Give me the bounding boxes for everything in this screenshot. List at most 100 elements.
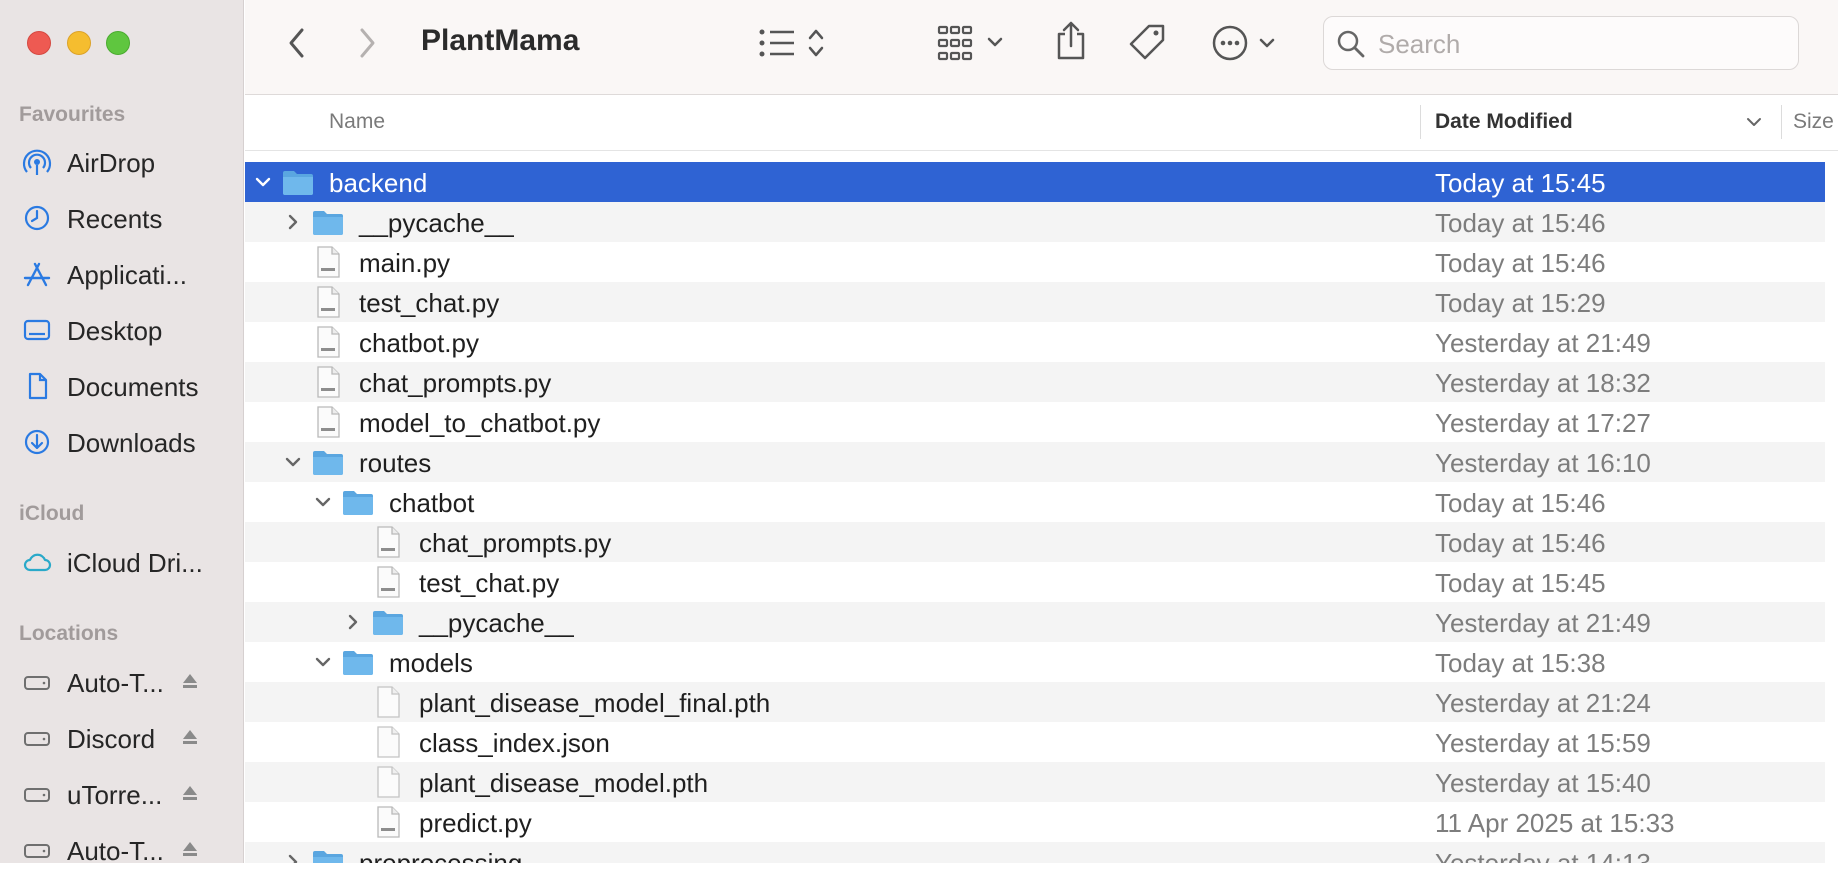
file-date-modified: Yesterday at 15:59 [1435, 728, 1651, 758]
airdrop-icon [22, 149, 52, 175]
folder-icon [343, 491, 373, 515]
file-icon [377, 726, 400, 758]
sidebar-item-label: Auto-T... [67, 836, 164, 866]
minimize-window-button[interactable] [67, 31, 91, 55]
python-file-icon [317, 366, 340, 398]
list-view-icon[interactable] [758, 26, 828, 60]
sidebar-item-documents[interactable]: Documents [0, 365, 244, 405]
sidebar-item-airdrop[interactable]: AirDrop [0, 141, 244, 181]
file-name: preprocessing [359, 848, 523, 863]
sidebar-item-discord[interactable]: Discord [0, 717, 244, 757]
file-date-modified: Today at 15:38 [1435, 648, 1606, 678]
eject-icon[interactable] [180, 783, 200, 803]
file-row[interactable]: routes Yesterday at 16:10 [245, 442, 1825, 482]
file-row[interactable]: chatbot.py Yesterday at 21:49 [245, 322, 1825, 362]
window-title: PlantMama [421, 24, 580, 57]
file-row[interactable]: predict.py 11 Apr 2025 at 15:33 [245, 802, 1825, 842]
column-date-modified[interactable]: Date Modified [1435, 110, 1573, 134]
group-by-icon[interactable] [937, 24, 1007, 62]
sidebar-item-label: Documents [67, 372, 199, 402]
disclosure-expanded-icon[interactable] [313, 652, 333, 672]
file-row[interactable]: preprocessing Yesterday at 14:13 [245, 842, 1825, 863]
file-name: chat_prompts.py [359, 368, 552, 398]
back-icon[interactable] [285, 26, 309, 60]
disclosure-collapsed-icon[interactable] [283, 212, 303, 232]
folder-icon [283, 171, 313, 195]
sidebar-section-locations: Locations [19, 622, 119, 645]
file-name: predict.py [419, 808, 532, 838]
file-name: routes [359, 448, 432, 478]
sidebar-item-downloads[interactable]: Downloads [0, 421, 244, 461]
file-list: backend Today at 15:45 __pycache__ Today at… [245, 162, 1838, 863]
disclosure-expanded-icon[interactable] [253, 172, 273, 192]
file-row[interactable]: test_chat.py Today at 15:45 [245, 562, 1825, 602]
folder-icon [313, 851, 343, 863]
sidebar-section-favourites: Favourites [19, 103, 126, 126]
sidebar-section-icloud: iCloud [19, 502, 85, 525]
eject-icon[interactable] [180, 671, 200, 691]
share-icon[interactable] [1053, 20, 1089, 62]
file-row[interactable]: plant_disease_model_final.pth Yesterday a… [245, 682, 1825, 722]
close-window-button[interactable] [27, 31, 51, 55]
sidebar-item-utorrent[interactable]: uTorre... [0, 773, 244, 813]
file-date-modified: Yesterday at 16:10 [1435, 448, 1651, 478]
file-row[interactable]: main.py Today at 15:46 [245, 242, 1825, 282]
file-row[interactable]: model_to_chatbot.py Yesterday at 17:27 [245, 402, 1825, 442]
sidebar-item-label: Auto-T... [67, 668, 164, 698]
disclosure-expanded-icon[interactable] [283, 452, 303, 472]
disclosure-collapsed-icon[interactable] [343, 612, 363, 632]
folder-icon [313, 451, 343, 475]
sidebar-item-auto-t-1[interactable]: Auto-T... [0, 661, 244, 701]
column-name[interactable]: Name [329, 110, 385, 134]
file-row[interactable]: chatbot Today at 15:46 [245, 482, 1825, 522]
forward-icon[interactable] [355, 26, 379, 60]
tag-icon[interactable] [1127, 22, 1169, 64]
file-name: __pycache__ [419, 608, 574, 638]
file-name: test_chat.py [419, 568, 560, 598]
file-name: chat_prompts.py [419, 528, 612, 558]
column-size[interactable]: Size [1793, 110, 1833, 134]
file-row[interactable]: chat_prompts.py Today at 15:46 [245, 522, 1825, 562]
disclosure-expanded-icon[interactable] [313, 492, 333, 512]
python-file-icon [317, 326, 340, 358]
sidebar-item-recents[interactable]: Recents [0, 197, 244, 237]
zoom-window-button[interactable] [106, 31, 130, 55]
clock-icon [24, 205, 50, 231]
file-row[interactable]: models Today at 15:38 [245, 642, 1825, 682]
sidebar-item-icloud-drive[interactable]: iCloud Dri... [0, 541, 244, 581]
search-field[interactable] [1323, 16, 1799, 70]
sidebar-item-applications[interactable]: Applicati... [0, 253, 244, 293]
file-row[interactable]: chat_prompts.py Yesterday at 18:32 [245, 362, 1825, 402]
sidebar-item-desktop[interactable]: Desktop [0, 309, 244, 349]
file-name: class_index.json [419, 728, 610, 758]
eject-icon[interactable] [180, 727, 200, 747]
file-name: model_to_chatbot.py [359, 408, 601, 438]
sidebar-item-label: Applicati... [67, 260, 187, 290]
column-divider[interactable] [1420, 105, 1421, 139]
python-file-icon [377, 526, 400, 558]
file-row[interactable]: class_index.json Yesterday at 15:59 [245, 722, 1825, 762]
file-row[interactable]: plant_disease_model.pth Yesterday at 15:4… [245, 762, 1825, 802]
file-row[interactable]: test_chat.py Today at 15:29 [245, 282, 1825, 322]
file-name: chatbot [389, 488, 475, 518]
file-row[interactable]: __pycache__ Today at 15:46 [245, 202, 1825, 242]
toolbar: PlantMama [245, 0, 1838, 95]
sidebar-item-auto-t-2[interactable]: Auto-T... [0, 829, 244, 869]
folder-icon [313, 211, 343, 235]
search-input[interactable] [1376, 27, 1780, 61]
python-file-icon [377, 566, 400, 598]
sidebar-item-label: Recents [67, 204, 163, 234]
disclosure-collapsed-icon[interactable] [283, 852, 303, 863]
sort-descending-icon[interactable] [1745, 115, 1763, 129]
python-file-icon [317, 246, 340, 278]
drive-icon [24, 844, 50, 858]
file-row[interactable]: backend Today at 15:45 [245, 162, 1825, 202]
file-date-modified: Yesterday at 21:49 [1435, 608, 1651, 638]
more-actions-icon[interactable] [1211, 24, 1281, 62]
search-icon [1337, 30, 1365, 58]
eject-icon[interactable] [180, 839, 200, 859]
sidebar-item-label: iCloud Dri... [67, 548, 203, 578]
column-divider[interactable] [1781, 105, 1782, 139]
file-name: backend [329, 168, 428, 198]
file-row[interactable]: __pycache__ Yesterday at 21:49 [245, 602, 1825, 642]
